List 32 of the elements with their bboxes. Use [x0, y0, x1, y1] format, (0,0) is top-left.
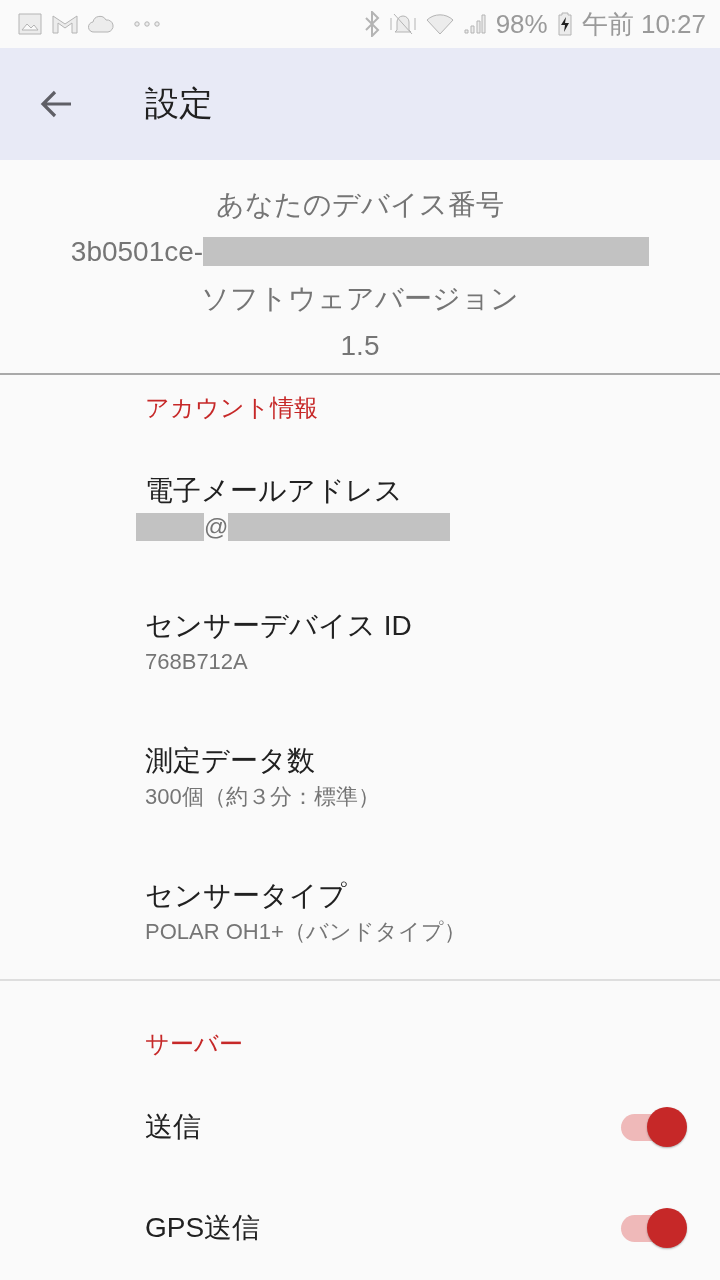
setting-value: @	[204, 513, 229, 541]
device-number-label: あなたのデバイス番号	[216, 187, 504, 222]
status-time: 午前 10:27	[581, 9, 706, 39]
setting-title: センサーデバイス ID	[145, 609, 413, 643]
signal-icon	[463, 14, 486, 34]
battery-percent: 98%	[495, 9, 548, 39]
image-icon	[18, 13, 42, 35]
setting-value: 300個（約３分：標準）	[145, 783, 381, 811]
setting-value: POLAR OH1+（バンドタイプ）	[145, 918, 467, 946]
software-version-text: 1.5	[340, 329, 380, 362]
wifi-icon	[425, 13, 454, 35]
setting-title: 測定データ数	[145, 744, 316, 778]
software-version-label: ソフトウェアバージョン	[201, 281, 519, 316]
setting-title: 送信	[145, 1110, 202, 1144]
battery-charging-icon	[557, 12, 572, 36]
toggle-switch[interactable]	[621, 1107, 687, 1147]
mail-icon	[52, 14, 78, 34]
more-dots-icon	[134, 21, 160, 27]
device-number-text: 3b0501ce-	[70, 235, 204, 268]
cloud-icon	[88, 15, 114, 33]
setting-value: 768B712A	[145, 648, 249, 676]
setting-title: 電子メールアドレス	[145, 474, 404, 508]
toggle-switch[interactable]	[621, 1208, 687, 1248]
section-header: サーバー	[145, 1030, 243, 1057]
setting-title: センサータイプ	[145, 879, 348, 913]
bell-slash-icon	[389, 12, 416, 36]
section-header: アカウント情報	[145, 394, 318, 421]
bluetooth-icon	[363, 11, 380, 37]
screen-title: 設定	[145, 83, 213, 124]
redaction-block	[136, 513, 204, 541]
setting-title: GPS送信	[145, 1211, 262, 1245]
back-arrow-icon	[40, 90, 72, 118]
